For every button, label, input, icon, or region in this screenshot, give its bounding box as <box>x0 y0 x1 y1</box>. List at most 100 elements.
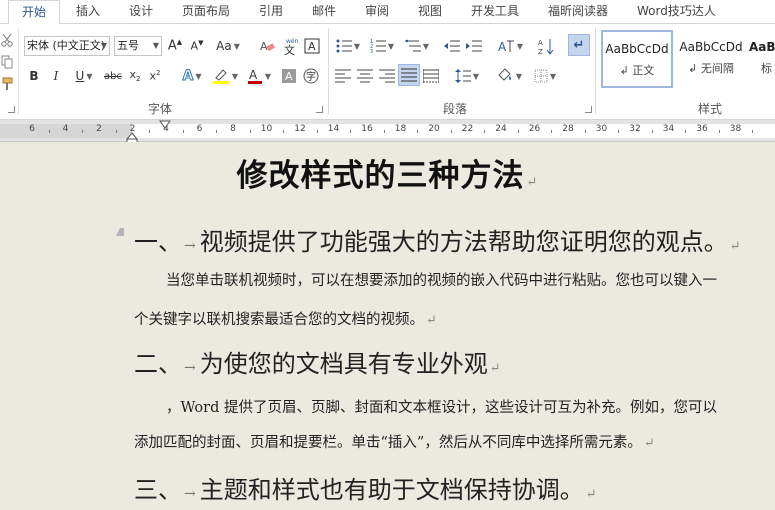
ruler-tick-label: 36 <box>696 124 708 134</box>
strikethrough-icon[interactable]: abc <box>102 66 124 86</box>
tab-word-tips[interactable]: Word技巧达人 <box>637 0 716 24</box>
paragraph-dialog-launcher-icon[interactable] <box>585 106 592 113</box>
clear-formatting-icon[interactable]: A <box>258 36 276 56</box>
align-left-icon[interactable] <box>334 66 352 86</box>
tab-references[interactable]: 引用 <box>259 0 283 24</box>
cut-icon[interactable] <box>0 30 14 50</box>
ruler-tick-mark <box>551 130 553 133</box>
tab-mailings[interactable]: 邮件 <box>312 0 336 24</box>
font-size-combo[interactable]: 五号 ▼ <box>114 36 162 56</box>
bold-icon[interactable]: B <box>26 66 42 86</box>
chinese-layout-icon[interactable]: A ▼ <box>494 36 526 56</box>
ruler-tick-mark <box>115 130 117 133</box>
shrink-font-icon[interactable]: A▼ <box>188 36 206 56</box>
body-text-line: 添加匹配的封面、页眉和提要栏。单击“插入”，然后从不同库中选择所需元素。 ↵ <box>134 431 655 452</box>
style-normal[interactable]: AaBbCcDd ↲ 正文 <box>601 30 673 88</box>
svg-text:A: A <box>285 70 293 83</box>
distributed-icon[interactable] <box>422 66 440 86</box>
underline-icon[interactable]: U ▼ <box>70 66 98 86</box>
styles-group-label: 样式 <box>697 102 722 116</box>
change-case-icon[interactable]: Aa ▼ <box>214 36 242 56</box>
numbering-icon[interactable]: 1 2 3 ▼ <box>368 36 396 56</box>
multilevel-list-icon[interactable]: ▼ <box>402 36 432 56</box>
clipboard-launcher-icon[interactable] <box>8 106 15 113</box>
tab-home[interactable]: 开始 <box>8 0 60 25</box>
align-center-icon[interactable] <box>356 66 374 86</box>
show-paragraph-marks-icon[interactable]: ↵ <box>568 34 590 56</box>
character-shading-icon[interactable]: A <box>280 66 298 86</box>
superscript-icon[interactable]: x2 <box>148 66 162 86</box>
subscript-icon[interactable]: x2 <box>128 66 142 86</box>
paragraph-group-label: 段落 <box>442 102 467 116</box>
ruler-tick-mark <box>417 130 419 133</box>
style-sample: AaBl <box>749 40 775 54</box>
font-name-combo[interactable]: 宋体 (中文正文) ▼ <box>24 36 110 56</box>
ruler-tick-mark <box>182 130 184 133</box>
sort-icon[interactable]: AZ <box>536 36 558 56</box>
tab-developer[interactable]: 开发工具 <box>471 0 519 24</box>
style-name: ↲ 无间隔 <box>688 62 734 75</box>
paragraph-mark: ↵ <box>526 175 539 190</box>
phonetic-guide-icon[interactable]: wén 文 <box>280 36 300 56</box>
style-heading-1[interactable]: AaBl 标 <box>749 30 775 88</box>
tab-arrow-icon: → <box>184 486 196 502</box>
align-right-icon[interactable] <box>378 66 396 86</box>
svg-text:A: A <box>308 40 316 53</box>
ruler-tick-mark <box>517 130 519 133</box>
tab-foxit-reader[interactable]: 福昕阅读器 <box>548 0 608 24</box>
copy-icon[interactable] <box>0 52 14 72</box>
shading-icon[interactable]: ▼ <box>494 66 524 86</box>
increase-indent-icon[interactable] <box>464 36 484 56</box>
document-page[interactable]: 修改样式的三种方法 ↵ 一、 → 视频提供了功能强大的方法帮助您证明您的观点。 ↵ 当您… <box>0 142 775 510</box>
style-no-spacing[interactable]: AaBbCcDd ↲ 无间隔 <box>675 30 747 88</box>
ruler-tick-mark <box>584 130 586 133</box>
tab-page-layout[interactable]: 页面布局 <box>182 0 230 24</box>
ruler-tick-label: 2 <box>96 124 102 134</box>
svg-text:文: 文 <box>284 43 295 55</box>
ruler-tick-mark <box>685 130 687 133</box>
tab-arrow-icon: → <box>184 360 196 376</box>
group-separator <box>328 28 329 114</box>
paragraph-mark: ↵ <box>729 239 741 254</box>
tab-design[interactable]: 设计 <box>129 0 153 24</box>
paragraph-mark: ↵ <box>585 487 597 502</box>
grow-font-icon[interactable]: A▲ <box>166 36 184 56</box>
line-spacing-icon[interactable]: ▼ <box>452 66 482 86</box>
highlight-color-icon[interactable]: ▼ <box>210 66 240 86</box>
document-title-text: 修改样式的三种方法 <box>236 158 525 194</box>
horizontal-ruler[interactable]: 6 4 2 2 4 6 8 10 12 14 16 18 20 22 24 26 28 30 32 34 36 38 <box>0 120 775 144</box>
first-line-indent-icon[interactable] <box>159 120 171 129</box>
enclose-characters-icon[interactable]: 字 <box>302 66 320 86</box>
ruler-tick-mark <box>752 130 754 133</box>
character-border-icon[interactable]: A <box>303 36 321 56</box>
svg-text:A: A <box>260 40 268 53</box>
ruler-tick-label: 4 <box>62 124 69 134</box>
tab-insert[interactable]: 插入 <box>76 0 100 24</box>
ruler-tick-label: 6 <box>196 124 203 134</box>
format-painter-icon[interactable] <box>0 74 14 94</box>
heading-text: 视频提供了功能强大的方法帮助您证明您的观点。 <box>199 228 728 256</box>
borders-icon[interactable]: ▼ <box>530 66 560 86</box>
ruler-tick-label: 24 <box>495 124 507 134</box>
font-dialog-launcher-icon[interactable] <box>316 106 323 113</box>
chevron-down-icon: ▼ <box>100 41 107 50</box>
group-separator <box>18 28 19 114</box>
body-text: 个关键字以联机搜索最适合您的文档的视频。 <box>134 312 424 328</box>
bullets-icon[interactable]: ▼ <box>334 36 362 56</box>
heading-2: 二、 → 为使您的文档具有专业外观 ↵ <box>134 344 501 379</box>
font-color-icon[interactable]: A ▼ <box>244 66 274 86</box>
heading-1: 一、 → 视频提供了功能强大的方法帮助您证明您的观点。 ↵ <box>134 222 741 257</box>
italic-icon[interactable]: I <box>48 66 64 86</box>
collapse-heading-icon[interactable] <box>116 228 124 236</box>
tab-view[interactable]: 视图 <box>418 0 442 24</box>
decrease-indent-icon[interactable] <box>442 36 462 56</box>
body-text: 添加匹配的封面、页眉和提要栏。单击“插入”，然后从不同库中选择所需元素。 <box>134 435 642 451</box>
font-group-label: 字体 <box>147 102 172 116</box>
heading-number: 一、 <box>134 228 182 256</box>
text-effects-icon[interactable]: A ▼ <box>178 66 206 86</box>
font-name-value: 宋体 (中文正文) <box>27 39 106 52</box>
justify-icon[interactable] <box>398 64 420 86</box>
tab-review[interactable]: 审阅 <box>365 0 389 24</box>
ruler-tick-mark <box>48 130 50 133</box>
ruler-tick-label: 38 <box>729 124 742 134</box>
